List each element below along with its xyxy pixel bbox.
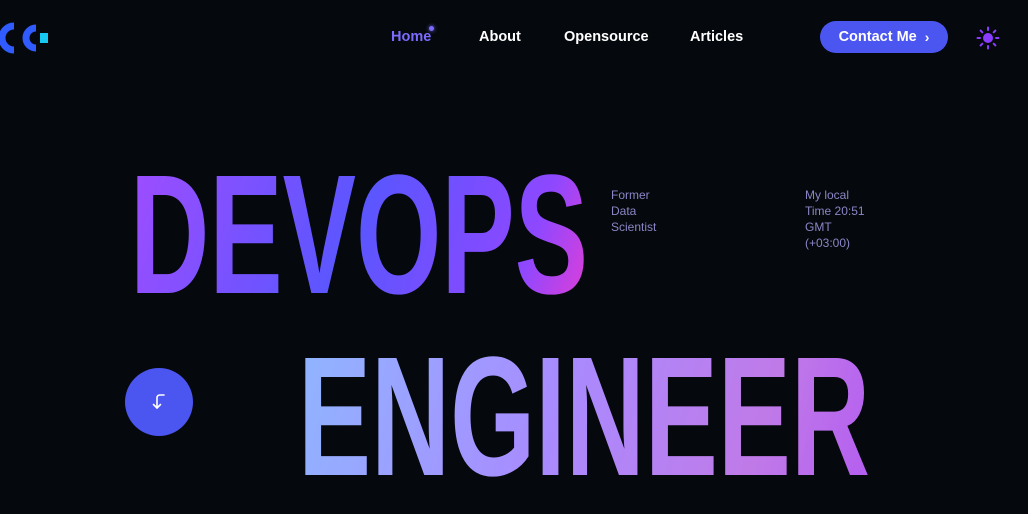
local-time-line: My local (805, 188, 850, 202)
former-line: Former (611, 188, 650, 202)
former-role-text: Former Data Scientist (611, 187, 656, 235)
local-time-line: (+03:00) (805, 236, 851, 250)
local-time-line: GMT (805, 220, 832, 234)
hero-line-1: DEVOPS (130, 140, 588, 330)
arrow-down-left-icon (152, 394, 165, 409)
former-line: Data (611, 204, 637, 218)
page: Home About Opensource Articles Contact M… (0, 0, 1028, 514)
local-time-line: Time 20:51 (805, 204, 865, 218)
former-line: Scientist (611, 220, 657, 234)
scroll-down-button[interactable] (125, 368, 193, 436)
hero-headline: DEVOPS ENGINEER (130, 140, 870, 512)
hero-line-2: ENGINEER (298, 322, 870, 512)
local-time-text: My local Time 20:51 GMT (+03:00) (805, 187, 865, 251)
